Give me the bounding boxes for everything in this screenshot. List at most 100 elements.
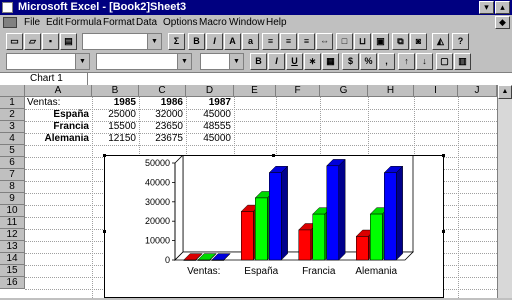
column-header-h[interactable]: H xyxy=(368,85,414,97)
font-name-select[interactable]: ▼ xyxy=(96,53,192,70)
chevron-down-icon[interactable]: ▼ xyxy=(147,34,161,49)
chevron-down-icon[interactable]: ▼ xyxy=(177,54,191,69)
row-header-3[interactable]: 3 xyxy=(0,121,25,133)
select-visible-icon[interactable]: ▣ xyxy=(372,33,389,50)
save-disk-icon[interactable]: ▪ xyxy=(42,33,59,50)
column-header-a[interactable]: A xyxy=(25,85,92,97)
cell-c2[interactable]: 32000 xyxy=(139,109,186,121)
italic-button[interactable]: I xyxy=(206,33,223,50)
document-control-icon[interactable] xyxy=(3,17,17,28)
copy-picture-icon[interactable]: ⧉ xyxy=(392,33,409,50)
cell-d1[interactable]: 1987 xyxy=(186,97,234,109)
menu-edit[interactable]: Edit xyxy=(46,17,63,28)
align-left-icon[interactable]: ≡ xyxy=(262,33,279,50)
menu-format[interactable]: Format xyxy=(103,17,135,28)
open-folder-icon[interactable]: ▱ xyxy=(24,33,41,50)
row-header-7[interactable]: 7 xyxy=(0,169,25,181)
column-header-b[interactable]: B xyxy=(92,85,139,97)
currency-format-icon[interactable]: $ xyxy=(342,53,359,70)
column-header-e[interactable]: E xyxy=(234,85,276,97)
column-header-f[interactable]: F xyxy=(276,85,320,97)
worksheet-grid[interactable]: A B C D E F G H I J 1 2 3 4 5 6 7 8 9 10… xyxy=(0,85,512,298)
row-header-10[interactable]: 10 xyxy=(0,205,25,217)
row-header-2[interactable]: 2 xyxy=(0,109,25,121)
chevron-down-icon[interactable]: ▼ xyxy=(229,54,243,69)
print-icon[interactable]: ▤ xyxy=(60,33,77,50)
cell-d2[interactable]: 45000 xyxy=(186,109,234,121)
comma-format-icon[interactable]: , xyxy=(378,53,395,70)
cell-c4[interactable]: 23675 xyxy=(139,133,186,145)
column-header-i[interactable]: I xyxy=(414,85,458,97)
increase-font-icon[interactable]: A xyxy=(224,33,241,50)
scroll-up-arrow-icon[interactable]: ▲ xyxy=(498,85,512,99)
color-palette-icon[interactable]: ▦ xyxy=(322,53,339,70)
minimize-button[interactable]: ▾ xyxy=(479,1,494,14)
chevron-down-icon[interactable]: ▼ xyxy=(75,54,89,69)
chart-resize-handle[interactable] xyxy=(103,154,106,157)
percent-format-icon[interactable]: % xyxy=(360,53,377,70)
chart-wizard-icon[interactable]: ◭ xyxy=(432,33,449,50)
fill-pattern-icon[interactable]: ▥ xyxy=(454,53,471,70)
vertical-scrollbar[interactable]: ▲ xyxy=(497,85,512,298)
menu-options[interactable]: Options xyxy=(163,17,197,28)
camera-icon[interactable]: ◙ xyxy=(410,33,427,50)
border-icon[interactable]: ▢ xyxy=(436,53,453,70)
row-header-12[interactable]: 12 xyxy=(0,229,25,241)
chart-resize-handle[interactable] xyxy=(442,154,445,157)
maximize-button[interactable]: ▴ xyxy=(495,1,510,14)
menu-help[interactable]: Help xyxy=(266,17,287,28)
cell-c1[interactable]: 1986 xyxy=(139,97,186,109)
row-header-13[interactable]: 13 xyxy=(0,241,25,253)
chart-resize-handle[interactable] xyxy=(103,230,106,233)
menu-macro[interactable]: Macro xyxy=(199,17,227,28)
row-header-4[interactable]: 4 xyxy=(0,133,25,145)
row-header-14[interactable]: 14 xyxy=(0,253,25,265)
column-header-g[interactable]: G xyxy=(320,85,368,97)
embedded-chart[interactable]: 0 10000 20000 30000 40000 50000 Ventas: España F… xyxy=(104,154,444,298)
cell-d3[interactable]: 48555 xyxy=(186,121,234,133)
excel-app-icon[interactable] xyxy=(2,2,13,13)
strikethrough-icon[interactable]: ∗ xyxy=(304,53,321,70)
font-size-select[interactable]: ▼ xyxy=(200,53,244,70)
menu-formula[interactable]: Formula xyxy=(65,17,102,28)
cell-b1[interactable]: 1985 xyxy=(92,97,139,109)
column-header-j[interactable]: J xyxy=(458,85,497,97)
decrease-decimal-icon[interactable]: ↓ xyxy=(416,53,433,70)
cell-b4[interactable]: 12150 xyxy=(92,133,139,145)
underline-button[interactable]: U xyxy=(286,53,303,70)
decrease-font-icon[interactable]: a xyxy=(242,33,259,50)
cell-a1[interactable]: Ventas: xyxy=(27,97,92,109)
menu-data[interactable]: Data xyxy=(136,17,157,28)
menu-window[interactable]: Window xyxy=(229,17,265,28)
chart-resize-handle[interactable] xyxy=(272,154,275,157)
italic-button-2[interactable]: I xyxy=(268,53,285,70)
row-header-9[interactable]: 9 xyxy=(0,193,25,205)
row-header-5[interactable]: 5 xyxy=(0,145,25,157)
increase-decimal-icon[interactable]: ↑ xyxy=(398,53,415,70)
row-header-1[interactable]: 1 xyxy=(0,97,25,109)
new-document-icon[interactable]: ▭ xyxy=(6,33,23,50)
chart-resize-handle[interactable] xyxy=(442,230,445,233)
cell-a3[interactable]: Francia xyxy=(25,121,92,133)
align-right-icon[interactable]: ≡ xyxy=(298,33,315,50)
cell-b2[interactable]: 25000 xyxy=(92,109,139,121)
help-pointer-icon[interactable]: ? xyxy=(452,33,469,50)
cell-c3[interactable]: 23650 xyxy=(139,121,186,133)
row-header-15[interactable]: 15 xyxy=(0,265,25,277)
style-select[interactable]: ▼ xyxy=(82,33,162,50)
bottom-border-icon[interactable]: ⊔ xyxy=(354,33,371,50)
cell-a4[interactable]: Alemania xyxy=(25,133,92,145)
cell-b3[interactable]: 15500 xyxy=(92,121,139,133)
cell-d4[interactable]: 45000 xyxy=(186,133,234,145)
autosum-button[interactable]: Σ xyxy=(168,33,185,50)
merge-center-icon[interactable]: ⇔ xyxy=(316,33,333,50)
align-center-icon[interactable]: ≡ xyxy=(280,33,297,50)
row-header-8[interactable]: 8 xyxy=(0,181,25,193)
style-name-select[interactable]: ▼ xyxy=(6,53,90,70)
cell-a2[interactable]: España xyxy=(25,109,92,121)
select-all-corner[interactable] xyxy=(0,85,25,97)
menu-file[interactable]: File xyxy=(24,17,40,28)
bold-button-2[interactable]: B xyxy=(250,53,267,70)
document-restore-button[interactable]: ◆ xyxy=(495,16,510,29)
row-header-11[interactable]: 11 xyxy=(0,217,25,229)
